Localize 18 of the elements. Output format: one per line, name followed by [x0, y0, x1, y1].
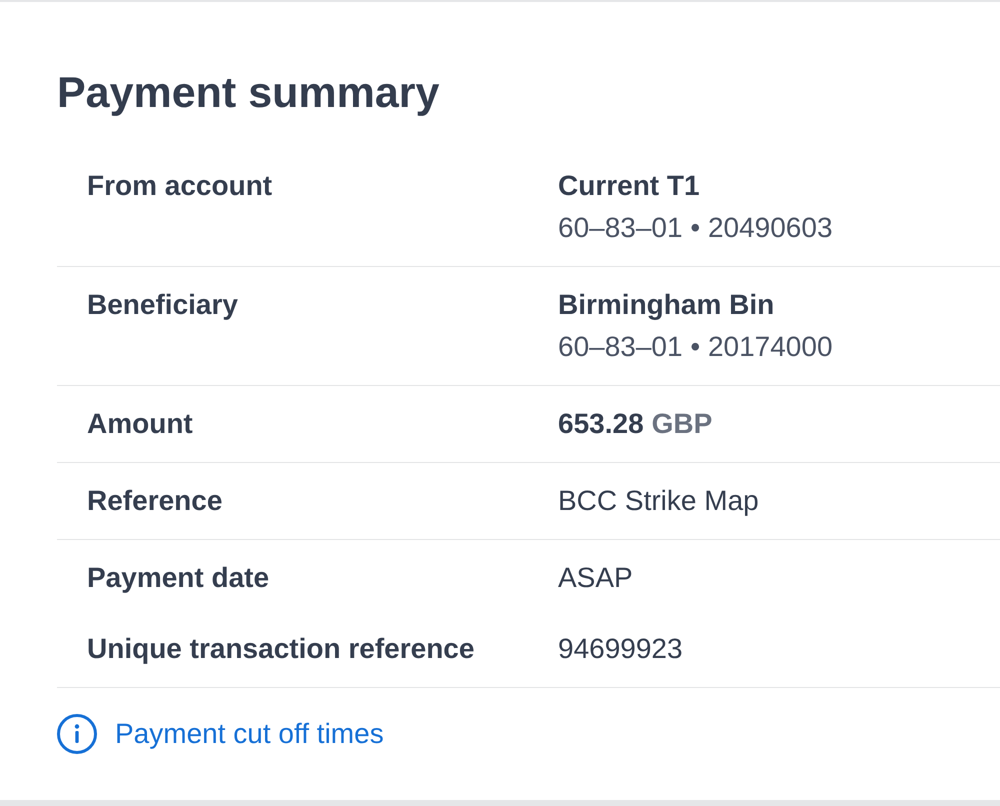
field-label: From account [87, 169, 272, 203]
section-title: Payment summary [57, 68, 440, 119]
field-value: ASAP [558, 561, 633, 595]
field-label: Unique transaction reference [87, 632, 474, 666]
cutoff-times-link[interactable]: Payment cut off times [57, 714, 384, 754]
account-name: Birmingham Bin [558, 288, 776, 322]
amount-value: 653.28 [558, 407, 644, 441]
field-label: Beneficiary [87, 288, 238, 322]
field-value: 94699923 [558, 632, 683, 666]
field-label: Payment date [87, 561, 270, 595]
currency-code: GBP [652, 407, 712, 441]
info-icon [57, 714, 97, 754]
field-label: Amount [87, 407, 193, 441]
account-name: Current T1 [558, 169, 701, 203]
field-value: BCC Strike Map [558, 484, 759, 518]
field-label: Reference [87, 484, 222, 518]
sort-code-account-number: 60–83–01 • 20490603 [558, 211, 833, 245]
sort-code-account-number: 60–83–01 • 20174000 [558, 330, 833, 364]
